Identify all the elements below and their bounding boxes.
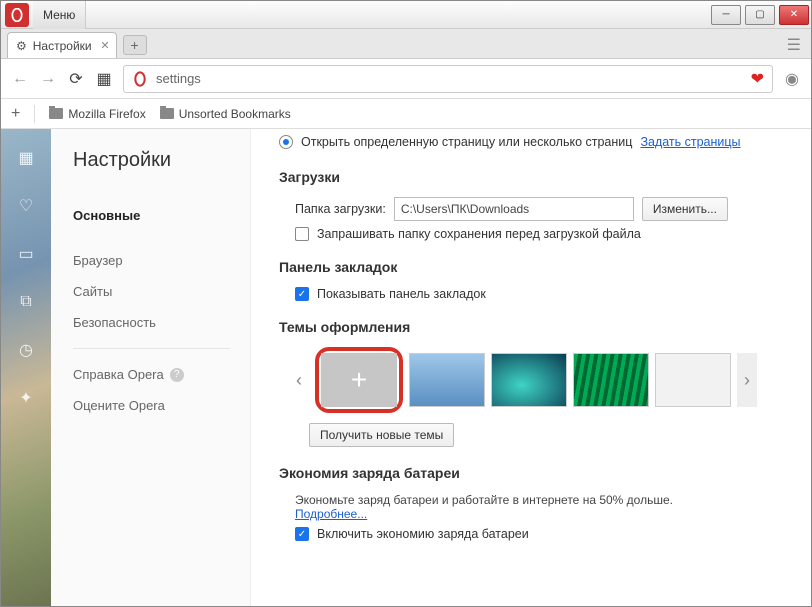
sidebar-item-basic[interactable]: Основные: [73, 200, 250, 231]
folder-icon: [160, 108, 174, 119]
url-input[interactable]: [156, 71, 743, 86]
heart-icon[interactable]: ❤: [751, 69, 764, 89]
sidebar-item-sites[interactable]: Сайты: [73, 276, 250, 307]
themes-heading: Темы оформления: [279, 319, 793, 335]
sidebar-item-help[interactable]: Справка Opera?: [73, 359, 250, 390]
downloads-heading: Загрузки: [279, 169, 793, 185]
battery-enable-checkbox[interactable]: ✓: [295, 527, 309, 541]
theme-tile[interactable]: [409, 353, 485, 407]
theme-tile[interactable]: [655, 353, 731, 407]
tabs-menu-icon[interactable]: ☰: [787, 35, 801, 55]
sidebar-item-rate[interactable]: Оцените Opera: [73, 390, 250, 421]
settings-heading: Настройки: [73, 149, 250, 172]
close-button[interactable]: ✕: [779, 5, 809, 25]
settings-content: Открыть определенную страницу или нескол…: [251, 129, 811, 606]
change-folder-button[interactable]: Изменить...: [642, 197, 728, 221]
bookmarks-bar: + Mozilla Firefox Unsorted Bookmarks: [1, 99, 811, 129]
heart-nav-icon[interactable]: ♡: [15, 195, 37, 217]
set-pages-link[interactable]: Задать страницы: [640, 135, 740, 149]
window-titlebar: Меню ─ ▢ ✕: [1, 1, 811, 29]
speed-dial-icon[interactable]: ▦: [95, 70, 113, 88]
tab-title: Настройки: [33, 39, 92, 53]
sidebar-item-security[interactable]: Безопасность: [73, 307, 250, 338]
gear-icon: ⚙: [16, 39, 27, 53]
extensions-nav-icon[interactable]: ✦: [15, 387, 37, 409]
help-icon: ?: [170, 368, 184, 382]
show-bookmarks-checkbox[interactable]: ✓: [295, 287, 309, 301]
divider: [34, 105, 35, 123]
battery-more-link[interactable]: Подробнее...: [295, 507, 367, 521]
maximize-button[interactable]: ▢: [745, 5, 775, 25]
ask-folder-label: Запрашивать папку сохранения перед загру…: [317, 227, 641, 241]
sidebar-item-browser[interactable]: Браузер: [73, 245, 250, 276]
settings-sidebar: Настройки Основные Браузер Сайты Безопас…: [51, 129, 251, 606]
battery-description: Экономьте заряд батареи и работайте в ин…: [295, 493, 793, 507]
startup-radio[interactable]: [279, 135, 293, 149]
window-controls: ─ ▢ ✕: [709, 2, 811, 28]
get-themes-button[interactable]: Получить новые темы: [309, 423, 454, 447]
devices-nav-icon[interactable]: ⧉: [15, 291, 37, 313]
history-nav-icon[interactable]: ◷: [15, 339, 37, 361]
ask-folder-checkbox[interactable]: [295, 227, 309, 241]
themes-carousel: ‹ + ›: [289, 347, 793, 413]
bookmark-folder[interactable]: Unsorted Bookmarks: [160, 107, 291, 121]
opera-o-icon: [132, 71, 148, 87]
theme-tile[interactable]: [491, 353, 567, 407]
bookmark-folder[interactable]: Mozilla Firefox: [49, 107, 145, 121]
menu-button[interactable]: Меню: [33, 1, 86, 29]
reload-button[interactable]: ⟳: [67, 70, 85, 88]
forward-button[interactable]: →: [39, 70, 57, 88]
minimize-button[interactable]: ─: [711, 5, 741, 25]
tab-close-icon[interactable]: ✕: [100, 39, 109, 52]
extensions-icon[interactable]: ◉: [783, 70, 801, 88]
left-icon-sidebar: ▦ ♡ ▭ ⧉ ◷ ✦: [1, 129, 51, 606]
add-theme-highlight: +: [315, 347, 403, 413]
folder-icon: [49, 108, 63, 119]
speed-dial-nav-icon[interactable]: ▦: [15, 147, 37, 169]
download-folder-input[interactable]: [394, 197, 634, 221]
theme-tile[interactable]: [573, 353, 649, 407]
startup-option-label: Открыть определенную страницу или нескол…: [301, 135, 632, 149]
themes-prev-button[interactable]: ‹: [289, 353, 309, 407]
tab-settings[interactable]: ⚙ Настройки ✕: [7, 32, 117, 58]
main-area: ▦ ♡ ▭ ⧉ ◷ ✦ Настройки Основные Браузер С…: [1, 129, 811, 606]
back-button[interactable]: ←: [11, 70, 29, 88]
plus-icon: +: [351, 364, 367, 396]
address-bar[interactable]: ❤: [123, 65, 773, 93]
download-folder-label: Папка загрузки:: [295, 202, 386, 216]
battery-enable-label: Включить экономию заряда батареи: [317, 527, 529, 541]
bookmarks-panel-heading: Панель закладок: [279, 259, 793, 275]
add-theme-tile[interactable]: +: [321, 353, 397, 407]
toolbar: ← → ⟳ ▦ ❤ ◉: [1, 59, 811, 99]
add-bookmark-button[interactable]: +: [11, 105, 20, 123]
opera-icon: [10, 8, 24, 22]
news-nav-icon[interactable]: ▭: [15, 243, 37, 265]
opera-logo-button[interactable]: [5, 3, 29, 27]
themes-next-button[interactable]: ›: [737, 353, 757, 407]
show-bookmarks-label: Показывать панель закладок: [317, 287, 486, 301]
new-tab-button[interactable]: +: [123, 35, 147, 55]
tab-bar: ⚙ Настройки ✕ + ☰: [1, 29, 811, 59]
battery-heading: Экономия заряда батареи: [279, 465, 793, 481]
